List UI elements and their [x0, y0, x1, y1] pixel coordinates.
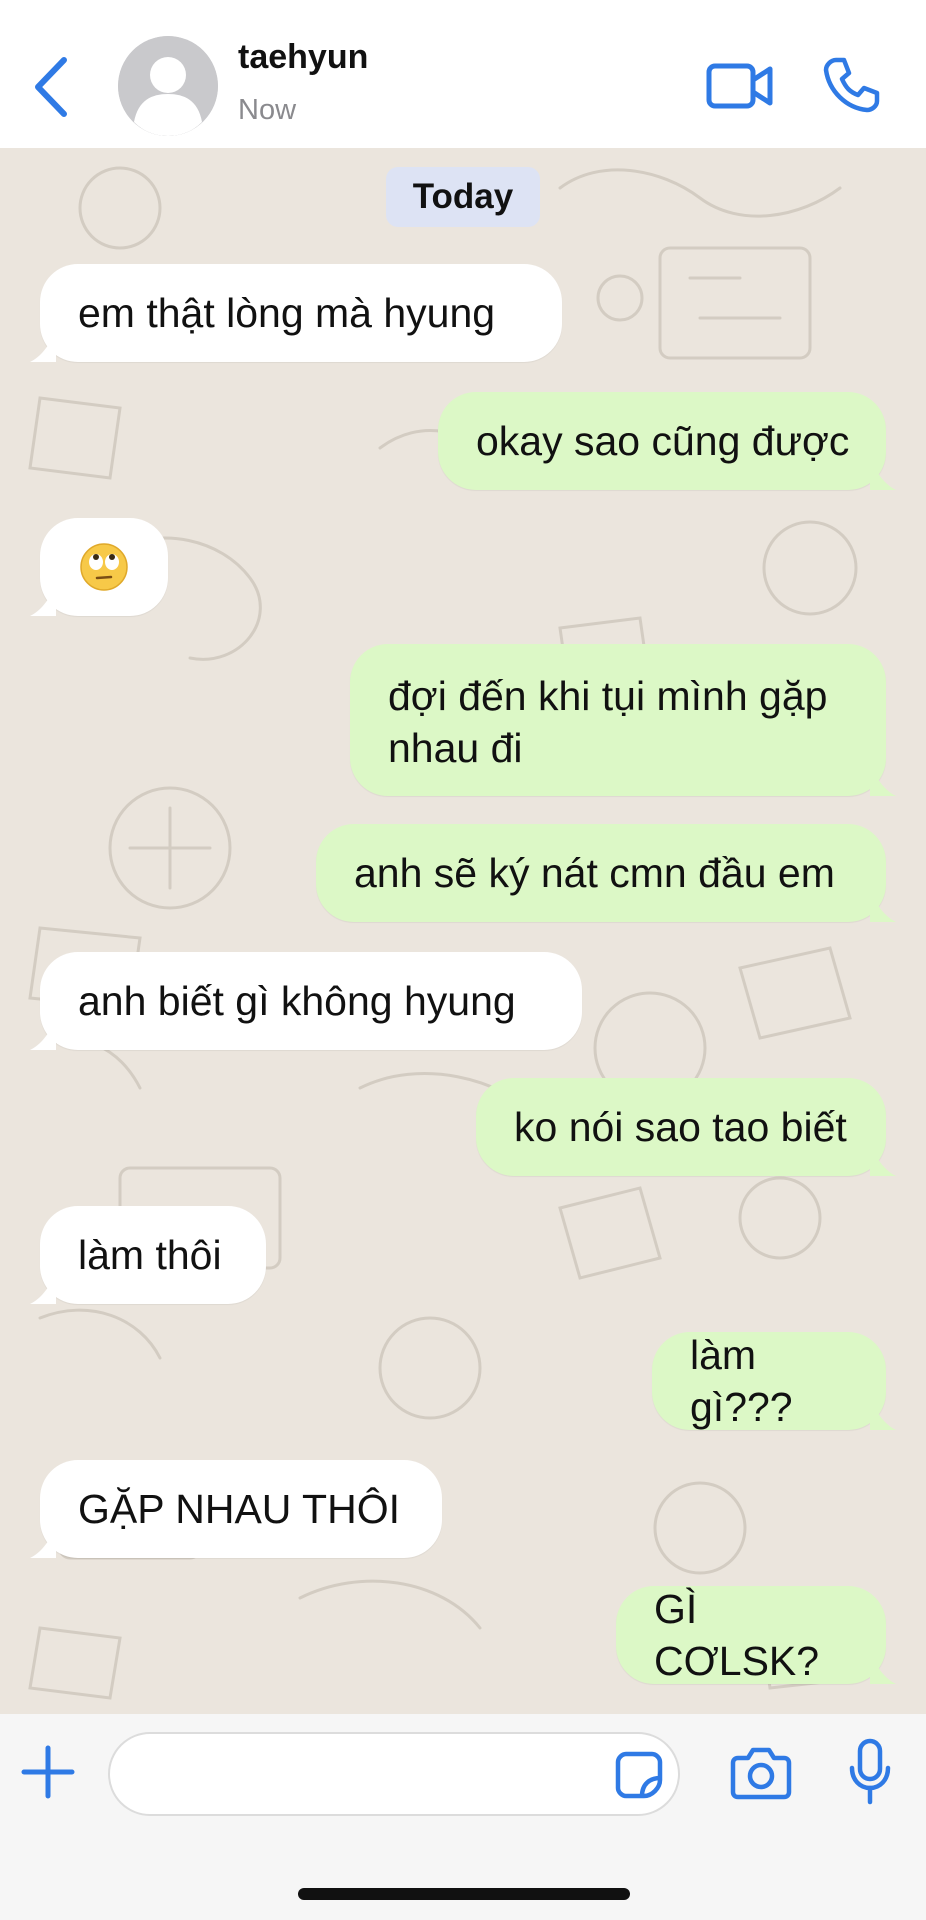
date-separator: Today — [386, 167, 540, 227]
message-text: đợi đến khi tụi mình gặp nhau đi — [388, 673, 828, 771]
microphone-icon — [849, 1738, 891, 1805]
outgoing-message[interactable]: anh sẽ ký nát cmn đầu em — [316, 824, 896, 922]
microphone-button[interactable] — [848, 1738, 892, 1808]
message-input[interactable] — [108, 1732, 680, 1816]
message-text: okay sao cũng được — [476, 418, 850, 464]
message-text: em thật lòng mà hyung — [78, 290, 496, 336]
incoming-message[interactable]: em thật lòng mà hyung — [30, 264, 562, 362]
voice-call-button[interactable] — [822, 56, 880, 114]
face-with-rolling-eyes-icon — [80, 543, 128, 591]
camera-icon — [730, 1747, 792, 1800]
contact-status: Now — [238, 94, 297, 126]
camera-button[interactable] — [730, 1744, 792, 1800]
message-text: ko nói sao tao biết — [514, 1104, 847, 1150]
bubble-tail — [30, 1020, 56, 1050]
message-text: GẶP NHAU THÔI — [78, 1486, 400, 1532]
plus-icon — [21, 1745, 75, 1799]
message-text: anh sẽ ký nát cmn đầu em — [354, 850, 835, 896]
incoming-message[interactable]: làm thôi — [30, 1206, 266, 1304]
sticker-button[interactable] — [614, 1750, 664, 1800]
bubble-tail — [870, 892, 896, 922]
incoming-message[interactable]: GẶP NHAU THÔI — [30, 1460, 442, 1558]
chevron-left-icon — [35, 57, 67, 117]
bubble-tail — [870, 766, 896, 796]
outgoing-message[interactable]: đợi đến khi tụi mình gặp nhau đi — [350, 644, 896, 796]
outgoing-message[interactable]: ko nói sao tao biết — [476, 1078, 896, 1176]
outgoing-message[interactable]: GÌ CƠLSK? — [616, 1586, 896, 1684]
message-text: anh biết gì không hyung — [78, 978, 516, 1024]
video-camera-icon — [706, 63, 773, 109]
message-text: làm gì??? — [690, 1332, 793, 1430]
back-button[interactable] — [30, 52, 76, 122]
incoming-message[interactable]: anh biết gì không hyung — [30, 952, 582, 1050]
outgoing-message[interactable]: làm gì??? — [652, 1332, 896, 1430]
bubble-tail — [870, 1400, 896, 1430]
bubble-tail — [870, 1146, 896, 1176]
home-indicator — [298, 1888, 630, 1900]
bubble-tail — [30, 332, 56, 362]
chat-header: taehyun Now — [0, 0, 926, 148]
bubble-tail — [870, 1654, 896, 1684]
bubble-tail — [870, 460, 896, 490]
incoming-message[interactable] — [30, 518, 168, 616]
message-list[interactable]: Today em thật lòng mà hyung okay sao cũn… — [0, 148, 926, 1714]
message-text: GÌ CƠLSK? — [654, 1586, 820, 1684]
attach-button[interactable] — [20, 1744, 76, 1800]
avatar[interactable] — [118, 36, 218, 136]
video-call-button[interactable] — [706, 58, 774, 114]
sticker-icon — [615, 1751, 663, 1799]
message-text: làm thôi — [78, 1232, 222, 1278]
bubble-tail — [30, 1528, 56, 1558]
contact-name[interactable]: taehyun — [238, 38, 368, 77]
outgoing-message[interactable]: okay sao cũng được — [438, 392, 896, 490]
default-avatar-icon — [118, 36, 218, 136]
message-composer — [0, 1714, 926, 1920]
bubble-tail — [30, 586, 56, 616]
phone-icon — [823, 57, 880, 113]
bubble-tail — [30, 1274, 56, 1304]
